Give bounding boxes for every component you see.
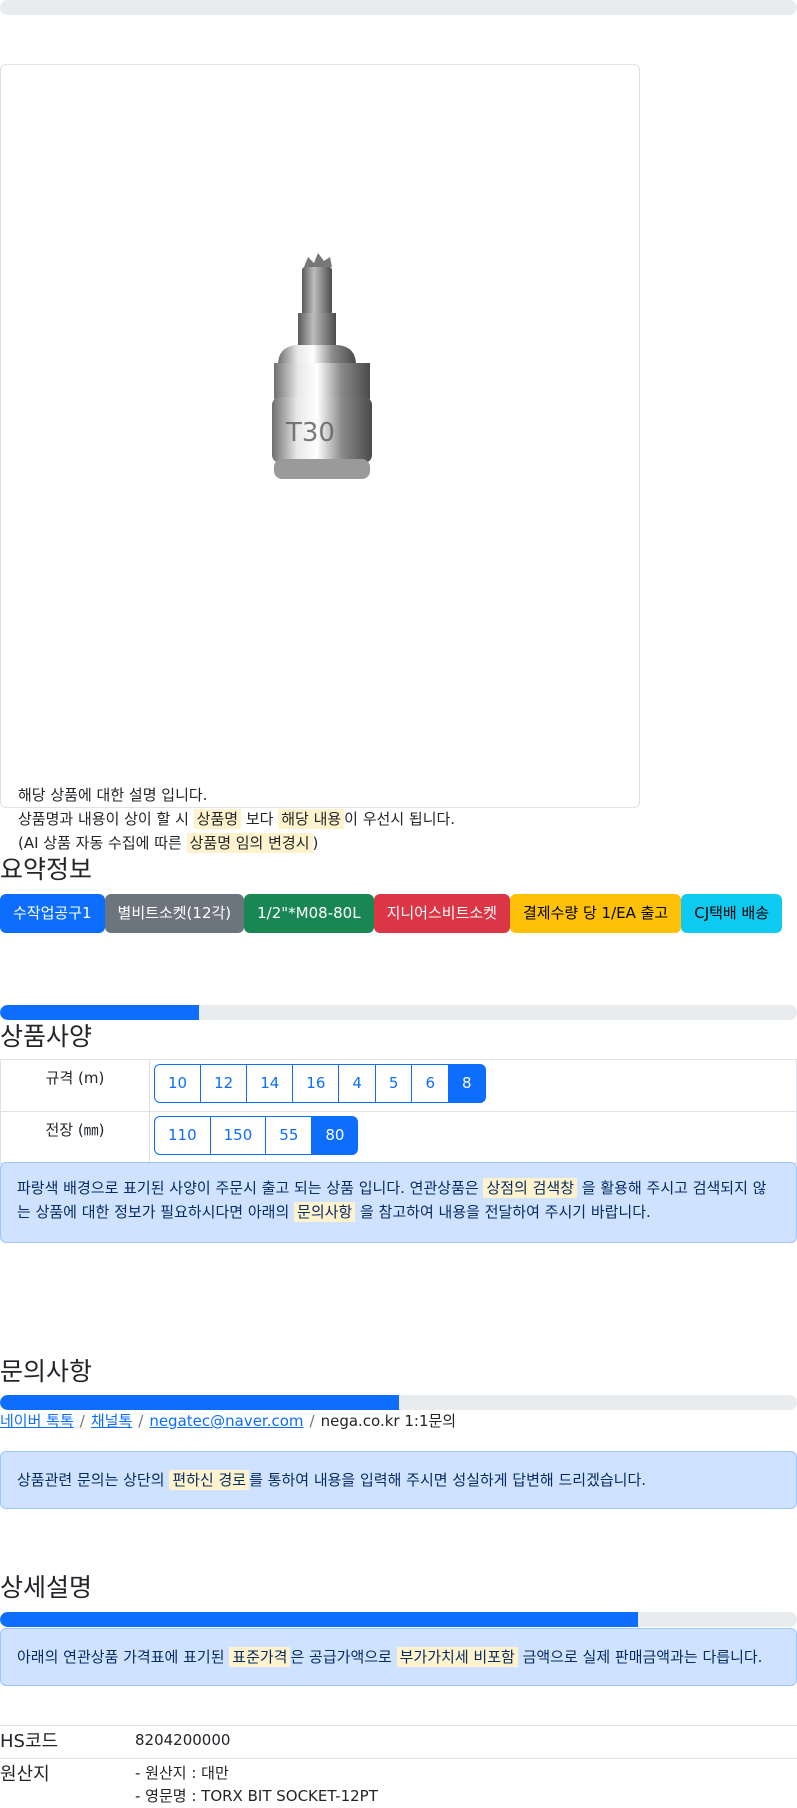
notice-highlight-inquiry: 문의사항 — [294, 1202, 356, 1222]
notice-highlight-price: 표준가격 — [229, 1647, 291, 1667]
summary-badge: 수작업공구1 — [0, 894, 105, 933]
note-text: 상품명과 내용이 상이 할 시 — [18, 810, 194, 828]
summary-badge: 결제수량 당 1/EA 출고 — [509, 894, 682, 933]
product-image-label: T30 — [285, 418, 335, 448]
spec-label: 규격 (m) — [0, 1060, 150, 1111]
spec-row: 규격 (m) 10 12 14 16 4 5 6 8 — [0, 1060, 797, 1112]
detail-progress-fill — [0, 1612, 638, 1627]
inquiry-progress-bar — [0, 1395, 797, 1410]
notice-text: 을 참고하여 내용을 전달하여 주시기 바랍니다. — [355, 1203, 651, 1221]
summary-badge: 지니어스비트소켓 — [373, 894, 510, 933]
channel-talk-link[interactable]: 채널톡 — [91, 1412, 132, 1430]
spec-option-group: 110 150 55 80 — [150, 1112, 797, 1163]
origin-value: - 원산지 : 대만 - 영문명 : TORX BIT SOCKET-12PT — [135, 1759, 797, 1808]
hs-code-value: 8204200000 — [135, 1731, 231, 1749]
spec-row: 전장 (㎜) 110 150 55 80 — [0, 1112, 797, 1164]
hs-code-label: HS코드 — [0, 1731, 59, 1752]
note-highlight-content: 해당 내용 — [278, 809, 345, 829]
summary-badge: 1/2"*M08-80L — [244, 894, 374, 933]
spec-option-button[interactable]: 10 — [154, 1064, 202, 1103]
inquiry-notice: 상품관련 문의는 상단의 편하신 경로 를 통하여 내용을 입력해 주시면 성실하… — [0, 1451, 797, 1509]
spec-option-button[interactable]: 16 — [292, 1064, 340, 1103]
inquiry-links: 네이버 톡톡 / 채널톡 / negatec@naver.com / nega.co.kr … — [0, 1410, 456, 1431]
spec-option-button[interactable]: 14 — [246, 1064, 294, 1103]
link-separator: / — [309, 1412, 315, 1430]
summary-badge: CJ택배 배송 — [681, 894, 783, 933]
spec-label: 전장 (㎜) — [0, 1112, 150, 1163]
product-note: 해당 상품에 대한 설명 입니다. 상품명과 내용이 상이 할 시 상품명 보다… — [18, 783, 455, 855]
product-card: T30 해당 상품에 대한 설명 입니다. 상품명과 내용이 상이 할 시 상품… — [0, 64, 640, 853]
origin-english-name: - 영문명 : TORX BIT SOCKET-12PT — [135, 1787, 378, 1805]
spec-notice: 파랑색 배경으로 표기된 사양이 주문시 출고 되는 상품 입니다. 연관상품은… — [0, 1162, 797, 1243]
spec-option-button[interactable]: 150 — [209, 1116, 267, 1155]
note-highlight-change: 상품명 임의 변경시 — [186, 833, 313, 853]
notice-text: 은 공급가액으로 — [290, 1648, 397, 1666]
spec-option-button[interactable]: 80 — [311, 1116, 359, 1155]
spec-progress-bar — [0, 1005, 797, 1020]
link-separator: / — [138, 1412, 144, 1430]
link-separator: / — [79, 1412, 85, 1430]
summary-title: 요약정보 — [0, 855, 93, 884]
detail-notice: 아래의 연관상품 가격표에 표기된 표준가격 은 공급가액으로 부가가치세 비포함… — [0, 1628, 797, 1686]
notice-text: 를 통하여 내용을 입력해 주시면 성실하게 답변해 드리겠습니다. — [249, 1471, 647, 1489]
spec-option-group: 10 12 14 16 4 5 6 8 — [150, 1060, 797, 1111]
spec-option-button[interactable]: 110 — [154, 1116, 211, 1155]
notice-text: 파랑색 배경으로 표기된 사양이 주문시 출고 되는 상품 입니다. 연관상품은 — [17, 1179, 484, 1197]
notice-text: 상품관련 문의는 상단의 — [17, 1471, 170, 1489]
product-note-line1: 해당 상품에 대한 설명 입니다. — [18, 786, 208, 804]
note-text: ) — [312, 834, 319, 852]
nega-inquiry-text: nega.co.kr 1:1문의 — [320, 1412, 457, 1430]
spec-option-button[interactable]: 4 — [338, 1064, 376, 1103]
note-text: 보다 — [241, 810, 279, 828]
origin-country: - 원산지 : 대만 — [135, 1764, 229, 1782]
info-row-hs: HS코드 8204200000 — [0, 1726, 797, 1759]
notice-highlight-search: 상점의 검색창 — [483, 1178, 578, 1198]
summary-badge: 별비트소켓(12각) — [104, 894, 245, 933]
detail-info-table: HS코드 8204200000 원산지 - 원산지 : 대만 - 영문명 : T… — [0, 1725, 797, 1808]
note-text: 이 우선시 됩니다. — [344, 810, 456, 828]
info-row-origin: 원산지 - 원산지 : 대만 - 영문명 : TORX BIT SOCKET-1… — [0, 1759, 797, 1808]
notice-text: 금액으로 실제 판매금액과는 다릅니다. — [517, 1648, 763, 1666]
naver-talk-link[interactable]: 네이버 톡톡 — [0, 1412, 74, 1430]
inquiry-progress-fill — [0, 1395, 399, 1410]
top-progress-bar — [0, 0, 797, 15]
spec-option-button[interactable]: 55 — [265, 1116, 313, 1155]
spec-button-group: 10 12 14 16 4 5 6 8 — [154, 1064, 486, 1107]
notice-text: 아래의 연관상품 가격표에 표기된 — [17, 1648, 230, 1666]
spec-option-button[interactable]: 6 — [411, 1064, 450, 1103]
spec-title: 상품사양 — [0, 1022, 93, 1051]
spec-option-button[interactable]: 12 — [200, 1064, 248, 1103]
origin-label: 원산지 — [0, 1764, 50, 1785]
product-image: T30 — [272, 253, 372, 479]
spec-option-button[interactable]: 8 — [448, 1064, 486, 1103]
detail-progress-bar — [0, 1612, 797, 1627]
inquiry-title: 문의사항 — [0, 1357, 93, 1386]
notice-highlight-route: 편하신 경로 — [169, 1470, 250, 1490]
email-link[interactable]: negatec@naver.com — [149, 1412, 303, 1430]
notice-highlight-vat: 부가가치세 비포함 — [396, 1647, 518, 1667]
spec-button-group: 110 150 55 80 — [154, 1116, 359, 1159]
product-note-line2: 상품명과 내용이 상이 할 시 상품명 보다 해당 내용 이 우선시 됩니다. — [18, 807, 455, 831]
note-highlight-name: 상품명 — [193, 809, 242, 829]
summary-badges: 수작업공구1 별비트소켓(12각) 1/2"*M08-80L 지니어스비트소켓 결제수량… — [0, 894, 783, 933]
spec-option-button[interactable]: 5 — [374, 1064, 413, 1103]
detail-title: 상세설명 — [0, 1573, 93, 1602]
spec-table: 규격 (m) 10 12 14 16 4 5 6 8 전장 (㎜) 110 150 55 80 — [0, 1059, 797, 1164]
